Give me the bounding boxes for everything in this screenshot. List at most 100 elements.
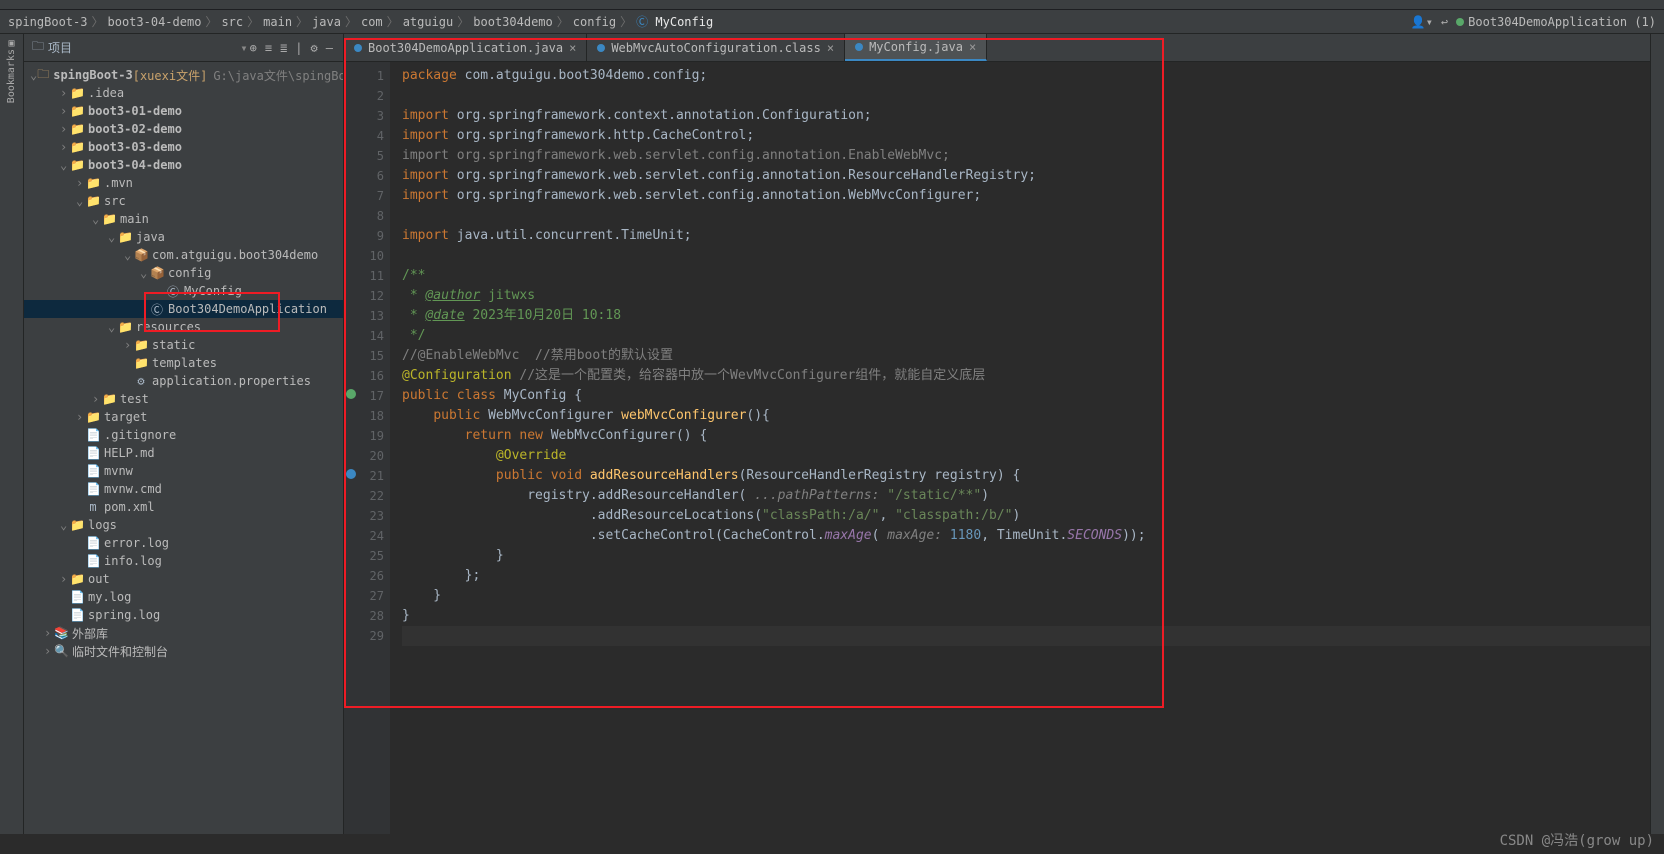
code-line[interactable]: public WebMvcConfigurer webMvcConfigurer… bbox=[402, 406, 1650, 426]
tree-item[interactable]: 📄error.log bbox=[24, 534, 343, 552]
breadcrumb-item[interactable]: config bbox=[573, 15, 616, 29]
bookmarks-tab[interactable]: Bookmarks bbox=[6, 49, 17, 103]
run-status-icon bbox=[1456, 18, 1464, 26]
code-line[interactable]: .setCacheControl(CacheControl.maxAge( ma… bbox=[402, 526, 1650, 546]
divider-icon: | bbox=[293, 41, 304, 55]
tree-item[interactable]: ⒸBoot304DemoApplication bbox=[24, 300, 343, 318]
run-config-label: Boot304DemoApplication (1) bbox=[1468, 15, 1656, 29]
editor-tab[interactable]: WebMvcAutoConfiguration.class× bbox=[587, 34, 845, 61]
tree-item[interactable]: 📄HELP.md bbox=[24, 444, 343, 462]
breadcrumb-item[interactable]: boot304demo bbox=[473, 15, 552, 29]
tree-item[interactable]: 📄info.log bbox=[24, 552, 343, 570]
editor-tab[interactable]: MyConfig.java × bbox=[845, 34, 987, 61]
back-arrow-icon[interactable]: ↩ bbox=[1441, 15, 1448, 29]
tree-item[interactable]: ›🔍临时文件和控制台 bbox=[24, 642, 343, 660]
tree-item[interactable]: ⌄📁logs bbox=[24, 516, 343, 534]
tree-item[interactable]: ›📁static bbox=[24, 336, 343, 354]
code-line[interactable]: package com.atguigu.boot304demo.config; bbox=[402, 66, 1650, 86]
settings-icon[interactable]: ⚙ bbox=[309, 41, 320, 55]
tree-item[interactable]: 📁templates bbox=[24, 354, 343, 372]
code-line[interactable]: import org.springframework.web.servlet.c… bbox=[402, 146, 1650, 166]
close-icon[interactable]: × bbox=[827, 41, 834, 55]
code-line[interactable]: import org.springframework.web.servlet.c… bbox=[402, 166, 1650, 186]
tree-item[interactable]: ›📁boot3-01-demo bbox=[24, 102, 343, 120]
tree-item[interactable]: 📄.gitignore bbox=[24, 426, 343, 444]
tree-item[interactable]: ›📁.mvn bbox=[24, 174, 343, 192]
code-line[interactable]: import org.springframework.http.CacheCon… bbox=[402, 126, 1650, 146]
breadcrumb-item[interactable]: src bbox=[221, 15, 243, 29]
project-tool-icon[interactable]: ▣ bbox=[8, 38, 14, 49]
breadcrumb-item[interactable]: com bbox=[361, 15, 383, 29]
code-line[interactable] bbox=[402, 206, 1650, 226]
code-line[interactable]: //@EnableWebMvc //禁用boot的默认设置 bbox=[402, 346, 1650, 366]
breadcrumb-sep: 〉 bbox=[205, 15, 217, 29]
code-line[interactable]: import java.util.concurrent.TimeUnit; bbox=[402, 226, 1650, 246]
code-line[interactable]: }; bbox=[402, 566, 1650, 586]
hide-icon[interactable]: — bbox=[324, 41, 335, 55]
code-line[interactable]: */ bbox=[402, 326, 1650, 346]
select-opened-icon[interactable]: ⊕ bbox=[248, 41, 259, 55]
tree-item[interactable]: 📄spring.log bbox=[24, 606, 343, 624]
tree-item[interactable]: ⌄📁src bbox=[24, 192, 343, 210]
tree-item[interactable]: ⚙application.properties bbox=[24, 372, 343, 390]
editor-tab[interactable]: Boot304DemoApplication.java× bbox=[344, 34, 587, 61]
code-line[interactable]: /** bbox=[402, 266, 1650, 286]
user-icon[interactable]: 👤▾ bbox=[1411, 15, 1433, 29]
code-line[interactable]: import org.springframework.web.servlet.c… bbox=[402, 186, 1650, 206]
breadcrumb-item[interactable]: java bbox=[312, 15, 341, 29]
code-line[interactable]: public class MyConfig { bbox=[402, 386, 1650, 406]
tab-label: MyConfig.java bbox=[869, 40, 963, 54]
code-line[interactable]: } bbox=[402, 586, 1650, 606]
breadcrumb-item[interactable]: Ⓒ MyConfig bbox=[636, 15, 713, 29]
tree-item[interactable]: ⌄📁resources bbox=[24, 318, 343, 336]
code-line[interactable]: .addResourceLocations("classPath:/a/", "… bbox=[402, 506, 1650, 526]
breadcrumb: spingBoot-3〉boot3-04-demo〉src〉main〉java〉… bbox=[0, 10, 1664, 34]
tree-item[interactable]: ›📁.idea bbox=[24, 84, 343, 102]
tree-item[interactable]: ›📁boot3-03-demo bbox=[24, 138, 343, 156]
tree-item[interactable]: 📄mvnw.cmd bbox=[24, 480, 343, 498]
project-tree[interactable]: ⌄🗀spingBoot-3 [xuexi文件]G:\java文件\spingBo… bbox=[24, 62, 343, 834]
code-line[interactable]: @Override bbox=[402, 446, 1650, 466]
tree-item[interactable]: ›📁out bbox=[24, 570, 343, 588]
expand-all-icon[interactable]: ≡ bbox=[263, 41, 274, 55]
tree-root[interactable]: ⌄🗀spingBoot-3 [xuexi文件]G:\java文件\spingBo… bbox=[24, 66, 343, 84]
code-line[interactable]: * @date 2023年10月20日 10:18 bbox=[402, 306, 1650, 326]
sidebar-dropdown-icon[interactable]: ▾ bbox=[240, 41, 247, 55]
tree-item[interactable]: 📄my.log bbox=[24, 588, 343, 606]
code-line[interactable] bbox=[402, 86, 1650, 106]
tree-item[interactable]: mpom.xml bbox=[24, 498, 343, 516]
tree-item[interactable]: ⌄📦config bbox=[24, 264, 343, 282]
breadcrumb-item[interactable]: boot3-04-demo bbox=[108, 15, 202, 29]
tree-item[interactable]: ›📁boot3-02-demo bbox=[24, 120, 343, 138]
tree-item[interactable]: ›📁test bbox=[24, 390, 343, 408]
code-line[interactable]: registry.addResourceHandler( ...pathPatt… bbox=[402, 486, 1650, 506]
tree-item[interactable]: ›📚外部库 bbox=[24, 624, 343, 642]
tree-item[interactable]: ›📁target bbox=[24, 408, 343, 426]
tree-item[interactable]: ⌄📁boot3-04-demo bbox=[24, 156, 343, 174]
code-line[interactable] bbox=[402, 626, 1650, 646]
code-line[interactable]: @Configuration //这是一个配置类，给容器中放一个WevMvcCo… bbox=[402, 366, 1650, 386]
close-icon[interactable]: × bbox=[569, 41, 576, 55]
tree-item[interactable]: 📄mvnw bbox=[24, 462, 343, 480]
code-line[interactable]: public void addResourceHandlers(Resource… bbox=[402, 466, 1650, 486]
code-line[interactable]: return new WebMvcConfigurer() { bbox=[402, 426, 1650, 446]
code-editor[interactable]: package com.atguigu.boot304demo.config; … bbox=[390, 62, 1650, 834]
tree-item[interactable]: ⌄📦com.atguigu.boot304demo bbox=[24, 246, 343, 264]
code-line[interactable] bbox=[402, 246, 1650, 266]
tree-item[interactable]: ⌄📁java bbox=[24, 228, 343, 246]
run-config-dropdown[interactable]: Boot304DemoApplication (1) bbox=[1456, 15, 1656, 29]
breadcrumb-item[interactable]: main bbox=[263, 15, 292, 29]
breadcrumb-sep: 〉 bbox=[387, 15, 399, 29]
tree-item[interactable]: ⒸMyConfig bbox=[24, 282, 343, 300]
breadcrumb-item[interactable]: spingBoot-3 bbox=[8, 15, 87, 29]
collapse-all-icon[interactable]: ≣ bbox=[278, 41, 289, 55]
close-icon[interactable]: × bbox=[969, 40, 976, 54]
code-line[interactable]: } bbox=[402, 546, 1650, 566]
file-type-icon bbox=[597, 44, 605, 52]
code-line[interactable]: import org.springframework.context.annot… bbox=[402, 106, 1650, 126]
watermark: CSDN @冯浩(grow up) bbox=[1500, 830, 1654, 850]
breadcrumb-item[interactable]: atguigu bbox=[403, 15, 454, 29]
code-line[interactable]: * @author jitwxs bbox=[402, 286, 1650, 306]
tree-item[interactable]: ⌄📁main bbox=[24, 210, 343, 228]
code-line[interactable]: } bbox=[402, 606, 1650, 626]
